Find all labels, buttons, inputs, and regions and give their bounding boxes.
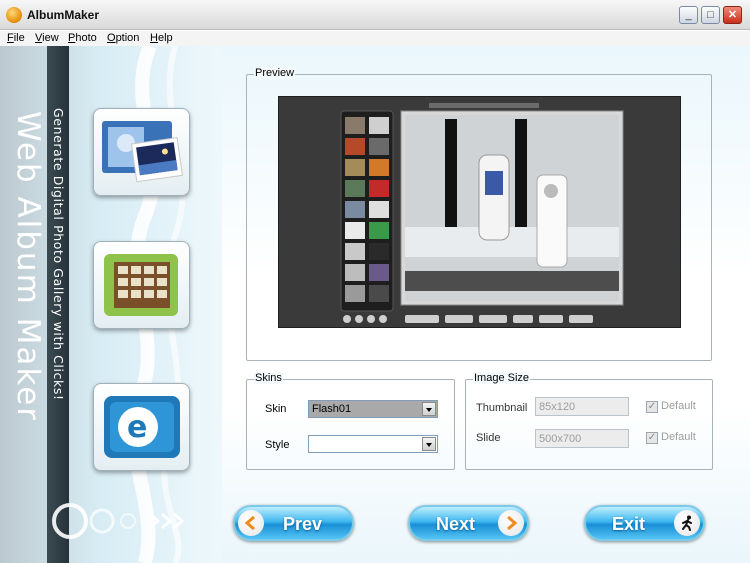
menu-help[interactable]: Help bbox=[150, 31, 173, 46]
photo-film-icon bbox=[102, 121, 183, 183]
gallery-preview-graphic bbox=[279, 97, 680, 327]
next-button[interactable]: Next bbox=[408, 505, 529, 541]
rings-decoration bbox=[52, 503, 185, 539]
skin-select[interactable]: Flash01 bbox=[308, 400, 438, 418]
slide-default-label: Default bbox=[661, 431, 696, 443]
close-button[interactable]: ✕ bbox=[723, 6, 742, 24]
chevron-down-icon[interactable] bbox=[422, 402, 436, 416]
thumbnail-size-field bbox=[535, 397, 629, 416]
checkbox-checked-icon: ✓ bbox=[646, 401, 658, 413]
style-select[interactable] bbox=[308, 435, 438, 453]
skin-label: Skin bbox=[265, 403, 287, 415]
svg-text:Web Album Maker: Web Album Maker bbox=[10, 111, 42, 422]
svg-text:Generate Digital Photo Gallery: Generate Digital Photo Gallery with Clic… bbox=[51, 108, 66, 401]
arrow-right-icon bbox=[498, 510, 524, 536]
sidebar-banner: Web Album Maker Generate Digital Photo G… bbox=[0, 46, 222, 563]
prev-button[interactable]: Prev bbox=[233, 505, 354, 541]
stamp-gallery-icon bbox=[104, 254, 178, 316]
sidebar-subtitle: Generate Digital Photo Gallery with Clic… bbox=[51, 108, 66, 401]
web-export-icon: e bbox=[104, 396, 180, 458]
checkbox-checked-icon: ✓ bbox=[646, 432, 658, 444]
preview-group-label: Preview bbox=[254, 67, 296, 79]
minimize-button[interactable]: _ bbox=[679, 6, 698, 24]
web-export-tile[interactable]: e bbox=[93, 383, 190, 471]
menu-view[interactable]: View bbox=[35, 31, 59, 46]
window-title: AlbumMaker bbox=[27, 8, 100, 22]
title-bar: AlbumMaker _ □ ✕ bbox=[0, 0, 750, 30]
image-size-group: Image Size bbox=[465, 372, 713, 470]
app-icon bbox=[6, 7, 22, 23]
chevron-down-icon[interactable] bbox=[422, 437, 436, 451]
image-size-group-label: Image Size bbox=[473, 372, 531, 384]
thumbnail-label: Thumbnail bbox=[476, 402, 528, 414]
slide-size-field bbox=[535, 429, 629, 448]
menu-file[interactable]: File bbox=[7, 31, 25, 46]
skins-group: Skins bbox=[246, 372, 455, 470]
menu-option[interactable]: Option bbox=[107, 31, 139, 46]
skins-group-label: Skins bbox=[254, 372, 283, 384]
exit-button-label: Exit bbox=[612, 514, 646, 534]
arrow-left-icon bbox=[238, 510, 264, 536]
slide-label: Slide bbox=[476, 432, 501, 444]
next-button-label: Next bbox=[436, 514, 476, 534]
thumbnail-default-checkbox: ✓ Default bbox=[646, 399, 706, 415]
menu-bar: File View Photo Option Help bbox=[0, 31, 750, 46]
maximize-button[interactable]: □ bbox=[701, 6, 720, 24]
svg-text:e: e bbox=[127, 410, 147, 445]
slide-default-checkbox: ✓ Default bbox=[646, 430, 706, 446]
style-label: Style bbox=[265, 439, 290, 451]
preview-image bbox=[278, 96, 681, 328]
sidebar-title: Web Album Maker bbox=[10, 111, 42, 422]
running-man-icon bbox=[674, 510, 700, 536]
slide-size-input bbox=[536, 430, 628, 447]
prev-button-label: Prev bbox=[283, 514, 323, 534]
thumbnail-size-input bbox=[536, 398, 628, 415]
photo-film-tile[interactable] bbox=[93, 108, 190, 196]
skin-select-value: Flash01 bbox=[312, 403, 352, 415]
stamp-gallery-tile[interactable] bbox=[93, 241, 190, 329]
thumbnail-default-label: Default bbox=[661, 400, 696, 412]
exit-button[interactable]: Exit bbox=[584, 505, 705, 541]
menu-photo[interactable]: Photo bbox=[68, 31, 97, 46]
